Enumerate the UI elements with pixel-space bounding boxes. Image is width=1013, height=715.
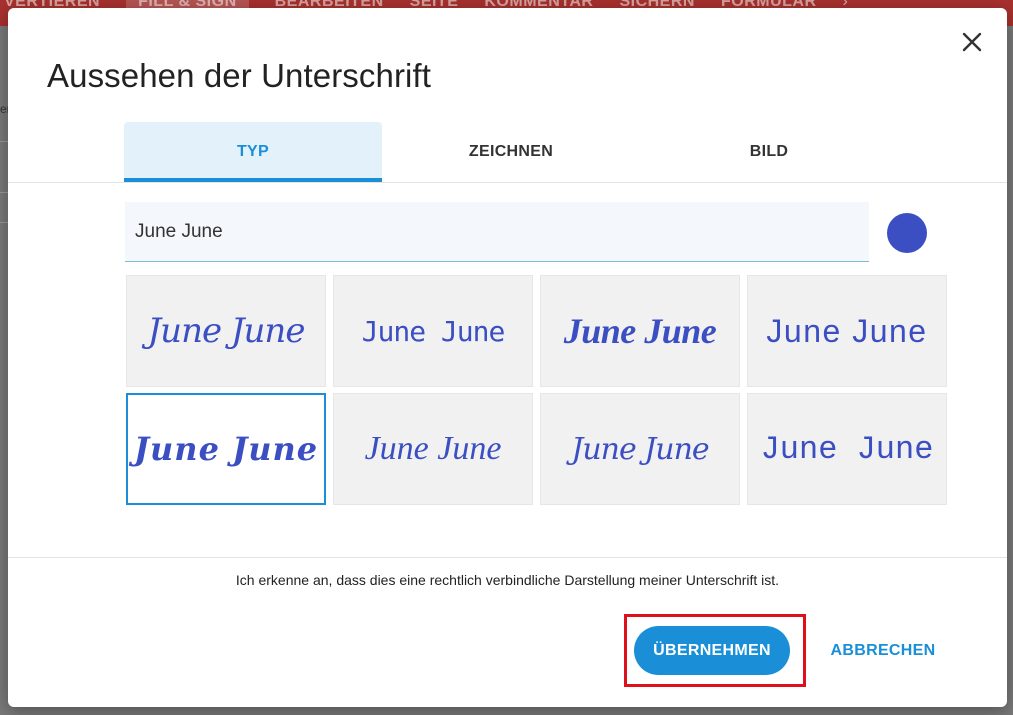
signature-option-6[interactable]: June June — [333, 393, 533, 505]
tab-draw[interactable]: ZEICHNEN — [382, 122, 640, 182]
signature-option-8[interactable]: June June — [747, 393, 947, 505]
signature-tabs: TYP ZEICHNEN BILD — [124, 122, 898, 182]
cancel-button[interactable]: ABBRECHEN — [820, 626, 946, 675]
color-picker-button[interactable] — [887, 213, 927, 253]
legal-acknowledgement: Ich erkenne an, dass dies eine rechtlich… — [235, 572, 780, 588]
signature-appearance-dialog: Aussehen der Unterschrift TYP ZEICHNEN B… — [8, 8, 1007, 707]
signature-option-3[interactable]: June June — [540, 275, 740, 387]
tabs-divider — [8, 182, 1007, 183]
tab-image[interactable]: BILD — [640, 122, 898, 182]
signature-style-grid: June June June June June June June June … — [126, 275, 947, 506]
footer-divider — [8, 557, 1007, 558]
signature-option-1[interactable]: June June — [126, 275, 326, 387]
dialog-title: Aussehen der Unterschrift — [47, 57, 432, 94]
tab-type[interactable]: TYP — [124, 122, 382, 182]
close-button[interactable] — [958, 28, 986, 56]
apply-button[interactable]: ÜBERNEHMEN — [634, 626, 790, 675]
signature-option-5[interactable]: June June — [126, 393, 326, 505]
signature-option-4[interactable]: June June — [747, 275, 947, 387]
signature-name-input[interactable] — [125, 202, 869, 262]
close-icon — [962, 32, 982, 52]
signature-option-7[interactable]: June June — [540, 393, 740, 505]
signature-option-2[interactable]: June June — [333, 275, 533, 387]
